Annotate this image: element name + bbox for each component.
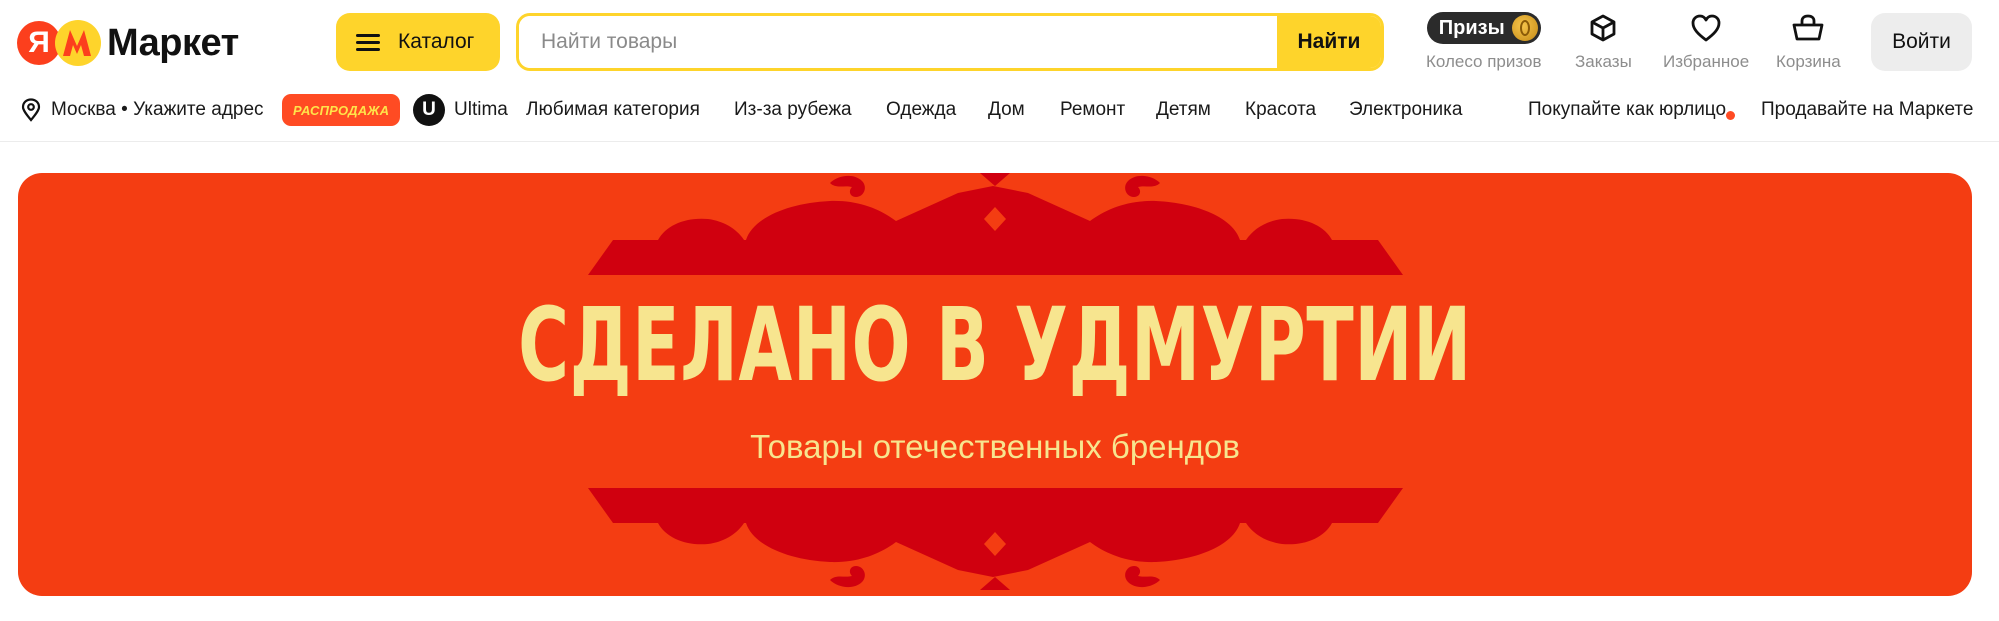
notification-dot bbox=[1726, 111, 1736, 120]
logo-m-icon bbox=[55, 20, 101, 66]
banner-subtitle: Товары отечественных брендов bbox=[750, 428, 1240, 465]
orders-caption: Заказы bbox=[1575, 52, 1632, 71]
catalog-button[interactable]: Каталог bbox=[336, 13, 500, 71]
search-button[interactable]: Найти bbox=[1277, 16, 1381, 68]
box-icon bbox=[1591, 14, 1616, 42]
location-selector[interactable]: Москва • Укажите адрес bbox=[20, 85, 264, 135]
sale-link[interactable]: РАСПРОДАЖА bbox=[282, 85, 401, 135]
location-pin-icon bbox=[21, 98, 41, 122]
favorites-link[interactable]: Избранное bbox=[1663, 10, 1749, 72]
logo-text: Маркет bbox=[107, 21, 239, 64]
business-buy-label: Покупайте как юрлицо bbox=[1528, 99, 1727, 120]
cart-link[interactable]: Корзина bbox=[1776, 10, 1841, 72]
nav-item-clothing[interactable]: Одежда bbox=[886, 85, 956, 135]
ultima-link[interactable]: U Ultima bbox=[413, 85, 508, 135]
cart-caption: Корзина bbox=[1776, 52, 1841, 71]
favorites-caption: Избранное bbox=[1663, 52, 1750, 71]
nav-item-kids[interactable]: Детям bbox=[1156, 85, 1211, 135]
catalog-button-label: Каталог bbox=[398, 30, 475, 53]
header: Я Маркет Каталог Найти Призы Колесо приз… bbox=[0, 0, 1999, 85]
yandex-market-logo[interactable]: Я Маркет bbox=[17, 18, 239, 68]
nav-item-favorite-category[interactable]: Любимая категория bbox=[526, 85, 700, 135]
nav-item-beauty[interactable]: Красота bbox=[1245, 85, 1316, 135]
ultima-label: Ultima bbox=[454, 99, 508, 120]
nav-item-home[interactable]: Дом bbox=[988, 85, 1025, 135]
search-input[interactable] bbox=[519, 16, 1277, 68]
location-text: Москва • Укажите адрес bbox=[51, 99, 264, 120]
prizes-badge: Призы bbox=[1426, 12, 1541, 44]
login-button[interactable]: Войти bbox=[1871, 13, 1972, 71]
sale-badge: РАСПРОДАЖА bbox=[282, 94, 401, 126]
nav-item-electronics[interactable]: Электроника bbox=[1349, 85, 1462, 135]
nav-item-repair[interactable]: Ремонт bbox=[1060, 85, 1125, 135]
menu-icon bbox=[356, 32, 382, 52]
basket-icon bbox=[1792, 14, 1824, 41]
promo-banner[interactable]: СДЕЛАНО В УДМУРТИИ Товары отечественных … bbox=[18, 173, 1972, 596]
heart-icon bbox=[1691, 14, 1721, 42]
prize-wheel-caption: Колесо призов bbox=[1426, 52, 1542, 71]
business-buy-label-wrap: Покупайте как юрлицо bbox=[1528, 99, 1736, 121]
logo-mark: Я bbox=[17, 18, 105, 68]
prizes-badge-label: Призы bbox=[1438, 16, 1505, 39]
sell-on-market-link[interactable]: Продавайте на Маркете bbox=[1761, 85, 1973, 135]
category-nav: Москва • Укажите адрес РАСПРОДАЖА U Ulti… bbox=[0, 85, 1999, 142]
banner-title: СДЕЛАНО В УДМУРТИИ bbox=[518, 286, 1472, 405]
orders-link[interactable]: Заказы bbox=[1575, 10, 1632, 72]
nav-item-from-abroad[interactable]: Из-за рубежа bbox=[734, 85, 852, 135]
search-bar: Найти bbox=[516, 13, 1384, 71]
coin-icon bbox=[1511, 15, 1538, 41]
ultima-logo-icon: U bbox=[413, 94, 445, 126]
prize-wheel-link[interactable]: Призы Колесо призов bbox=[1426, 10, 1541, 72]
business-buy-link[interactable]: Покупайте как юрлицо bbox=[1528, 85, 1736, 135]
